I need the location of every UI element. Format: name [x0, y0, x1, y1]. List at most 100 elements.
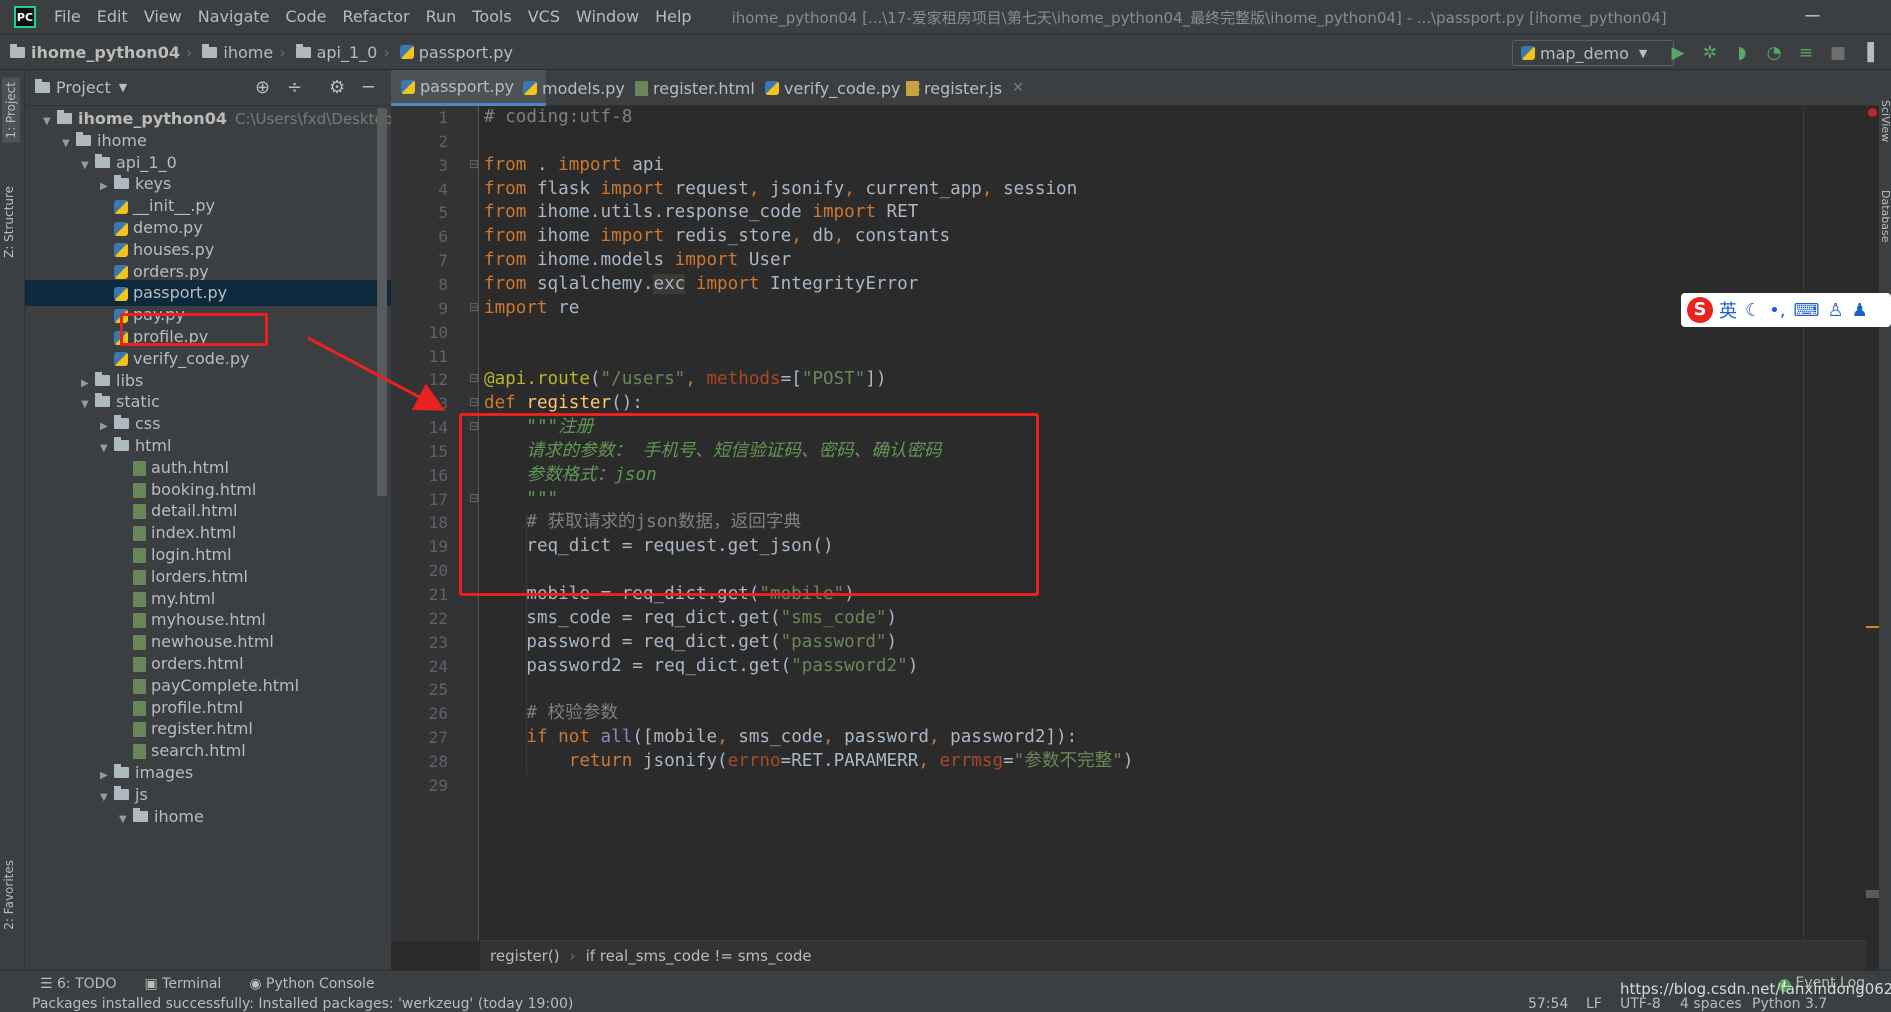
breadcrumb-project[interactable]: ihome_python04 › — [10, 43, 198, 62]
breadcrumb-ihome[interactable]: ihome › — [202, 43, 291, 62]
fold-marker-icon[interactable]: ⊟ — [469, 371, 479, 385]
tree-item-label: detail.html — [151, 501, 238, 521]
folder-icon — [114, 415, 129, 430]
sciview-tool-tab[interactable]: SciView — [1879, 100, 1891, 142]
html-file-icon — [133, 744, 146, 760]
chevron-down-icon[interactable]: ▼ — [119, 81, 127, 94]
menu-vcs[interactable]: VCS — [520, 0, 568, 34]
keyboard-icon[interactable]: ⌨ — [1793, 300, 1819, 321]
line-number: 28 — [428, 751, 448, 771]
menu-refactor[interactable]: Refactor — [334, 0, 417, 34]
editor-tab[interactable]: register.js ✕ — [896, 70, 1034, 106]
fold-marker-icon[interactable]: ⊟ — [469, 419, 479, 433]
tree-item-label: newhouse.html — [151, 632, 274, 652]
menu-run[interactable]: Run — [418, 0, 465, 34]
run-icon[interactable]: ▶ — [1668, 43, 1688, 63]
favorites-tool-tab[interactable]: 2: Favorites — [2, 860, 16, 930]
html-file-icon — [133, 526, 146, 542]
line-number: 21 — [428, 585, 448, 604]
menu-tools[interactable]: Tools — [464, 0, 519, 34]
locate-icon[interactable]: ⊕ — [255, 77, 270, 98]
todo-tool-button[interactable]: ☰ 6: TODO — [40, 976, 116, 992]
menu-edit[interactable]: Edit — [89, 0, 136, 34]
chevron-down-icon[interactable]: ▼ — [119, 807, 133, 833]
title-bar: PC File Edit View Navigate Code Refactor Run To… — [0, 0, 1891, 34]
moon-icon[interactable]: ☾ — [1745, 300, 1761, 321]
ime-language[interactable]: 英 — [1719, 297, 1737, 323]
status-message[interactable]: Packages installed successfully: Install… — [32, 996, 573, 1012]
tree-item-label: js — [135, 784, 148, 804]
terminal-tool-button[interactable]: ▣ Terminal — [144, 976, 221, 992]
line-number: 29 — [428, 775, 448, 795]
python-console-tool-button[interactable]: ◉ Python Console — [249, 976, 374, 992]
code-line[interactable]: password2 = req_dict.get("password2") — [484, 652, 918, 681]
skin-icon[interactable]: ♟ — [1852, 300, 1868, 321]
breadcrumb-file[interactable]: passport.py — [399, 43, 513, 62]
run-configuration-select[interactable]: map_demo ▼ — [1512, 40, 1674, 66]
line-separator[interactable]: LF — [1586, 996, 1602, 1012]
tab-label: models.py — [542, 78, 625, 98]
html-file-icon — [133, 678, 146, 694]
js-file-icon — [906, 80, 919, 96]
menu-navigate[interactable]: Navigate — [190, 0, 278, 34]
menu-view[interactable]: View — [136, 0, 190, 34]
error-stripe[interactable] — [1866, 106, 1879, 941]
project-tool-tab[interactable]: 1: Project — [2, 78, 20, 143]
fold-marker-icon[interactable]: ⊟ — [469, 157, 479, 171]
database-tool-tab[interactable]: Database — [1879, 190, 1891, 243]
editor-tab-bar: passport.py✕models.py✕register.html✕veri… — [391, 70, 1891, 106]
ime-toolbar[interactable]: S 英 ☾ •, ⌨ ♙ ♟ — [1681, 293, 1891, 327]
build-icon[interactable]: ≡ — [1796, 43, 1816, 63]
tree-item-label: demo.py — [133, 218, 203, 237]
python-file-icon — [114, 243, 128, 258]
debug-icon[interactable]: ✲ — [1700, 43, 1720, 63]
line-number: 4 — [438, 179, 448, 199]
breadcrumb-api[interactable]: api_1_0 › — [295, 43, 396, 62]
status-bar: Packages installed successfully: Install… — [0, 996, 1891, 1012]
error-marker-icon[interactable] — [1868, 108, 1877, 117]
hide-panel-icon[interactable]: ─ — [363, 77, 374, 98]
tree-item-label: css — [135, 414, 161, 434]
right-margin-guide — [1803, 106, 1804, 941]
stop-icon[interactable]: ■ — [1828, 43, 1848, 63]
minimize-icon[interactable]: ─ — [1791, 0, 1837, 34]
warning-marker[interactable] — [1866, 626, 1879, 628]
crumb-function[interactable]: register() — [490, 947, 560, 965]
line-number: 16 — [428, 465, 448, 485]
file-encoding[interactable]: UTF-8 — [1620, 996, 1661, 1012]
user-icon[interactable]: ♙ — [1827, 300, 1843, 321]
collapse-all-icon[interactable]: ÷ — [287, 77, 302, 98]
structure-tool-tab[interactable]: Z: Structure — [2, 186, 16, 258]
fold-marker-icon[interactable]: ⊟ — [469, 395, 479, 409]
menu-help[interactable]: Help — [647, 0, 699, 34]
punctuation-icon[interactable]: •, — [1769, 300, 1785, 321]
code-line[interactable]: import re — [484, 294, 579, 323]
caret-position[interactable]: 57:54 — [1528, 996, 1568, 1012]
code-line[interactable]: # coding:utf-8 — [484, 106, 632, 132]
profile-icon[interactable]: ◔ — [1764, 43, 1784, 63]
folder-icon — [202, 43, 218, 58]
line-number: 25 — [428, 680, 448, 700]
indent-setting[interactable]: 4 spaces — [1680, 996, 1742, 1012]
line-number: 23 — [428, 632, 448, 652]
project-panel-title[interactable]: Project — [56, 78, 111, 97]
tree-scrollbar[interactable] — [377, 108, 387, 496]
gear-icon[interactable]: ⚙ — [329, 77, 345, 98]
close-icon[interactable]: ✕ — [1012, 80, 1024, 96]
code-line[interactable]: return jsonify(errno=RET.PARAMERR, errms… — [484, 747, 1134, 776]
coverage-icon[interactable]: ◗ — [1732, 43, 1752, 63]
python-interpreter[interactable]: Python 3.7 — [1752, 996, 1827, 1012]
folder-icon — [10, 43, 25, 58]
tab-label: register.js — [924, 78, 1003, 98]
python-file-icon — [399, 45, 414, 59]
fold-marker-icon[interactable]: ⊟ — [469, 300, 479, 314]
tree-item-label: payComplete.html — [151, 675, 300, 695]
scroll-thumb[interactable] — [1866, 890, 1879, 898]
menu-window[interactable]: Window — [568, 0, 647, 34]
fold-marker-icon[interactable]: ⊟ — [469, 491, 479, 505]
menu-file[interactable]: File — [46, 0, 89, 34]
search-everywhere-icon[interactable]: ▌ — [1864, 43, 1884, 63]
menu-code[interactable]: Code — [278, 0, 335, 34]
crumb-if[interactable]: if real_sms_code != sms_code — [586, 947, 812, 965]
tree-item[interactable]: ▼ ihome — [25, 804, 391, 830]
